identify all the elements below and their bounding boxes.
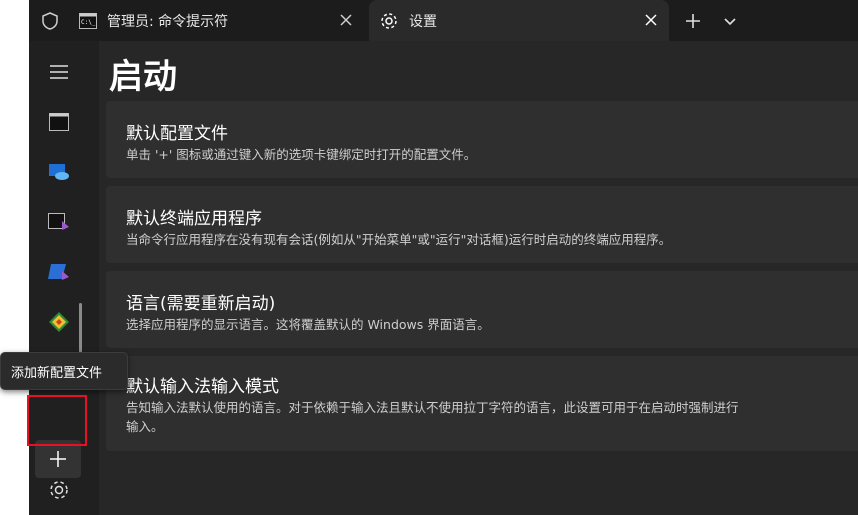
tab-command-prompt[interactable]: C:\_ 管理员: 命令提示符 bbox=[69, 0, 364, 41]
setting-card-input-mode[interactable]: 默认输入法输入模式 告知输入法默认使用的语言。对于依赖于输入法且默认不使用拉丁字… bbox=[106, 356, 858, 451]
setting-description: 当命令行应用程序在没有现有会话(例如从"开始菜单"或"运行"对话框)运行时启动的… bbox=[126, 232, 672, 247]
cmd-icon[interactable] bbox=[43, 106, 75, 138]
developer-powershell-icon[interactable] bbox=[43, 256, 75, 288]
hamburger-icon[interactable] bbox=[43, 56, 75, 88]
chevron-down-icon[interactable] bbox=[721, 12, 739, 30]
page-title: 启动 bbox=[109, 57, 177, 97]
setting-description: 告知输入法默认使用的语言。对于依赖于输入法且默认不使用拉丁字符的语言，此设置可用… bbox=[126, 400, 739, 415]
setting-title: 语言(需要重新启动) bbox=[126, 294, 276, 314]
azure-cloud-icon[interactable] bbox=[43, 156, 75, 188]
gear-icon bbox=[379, 11, 399, 31]
navigation-sidebar bbox=[29, 41, 99, 515]
terminal-window: C:\_ 管理员: 命令提示符 设置 启动 默认配置文件 单击 '+' 图标或通… bbox=[29, 0, 858, 515]
setting-title: 默认输入法输入模式 bbox=[126, 377, 279, 397]
setting-title: 默认终端应用程序 bbox=[126, 209, 262, 229]
tab-label: 管理员: 命令提示符 bbox=[107, 13, 229, 30]
cmd-icon: C:\_ bbox=[79, 12, 97, 29]
plus-icon bbox=[50, 451, 66, 467]
settings-content: 启动 默认配置文件 单击 '+' 图标或通过键入新的选项卡键绑定时打开的配置文件… bbox=[99, 41, 858, 515]
setting-description-continued: 输入。 bbox=[126, 419, 164, 434]
developer-cmd-icon[interactable] bbox=[43, 206, 75, 238]
tab-bar: C:\_ 管理员: 命令提示符 设置 bbox=[29, 0, 858, 41]
plus-icon[interactable] bbox=[682, 10, 704, 32]
setting-description: 选择应用程序的显示语言。这将覆盖默认的 Windows 界面语言。 bbox=[126, 317, 490, 332]
close-icon[interactable] bbox=[643, 12, 659, 28]
add-new-profile-button[interactable] bbox=[35, 440, 81, 478]
setting-title: 默认配置文件 bbox=[126, 124, 228, 144]
git-bash-icon[interactable] bbox=[43, 306, 75, 338]
close-icon[interactable] bbox=[338, 12, 354, 28]
setting-card-language[interactable]: 语言(需要重新启动) 选择应用程序的显示语言。这将覆盖默认的 Windows 界… bbox=[106, 271, 858, 348]
tab-label: 设置 bbox=[409, 13, 437, 30]
shield-icon bbox=[40, 11, 60, 31]
gear-icon[interactable] bbox=[43, 474, 75, 506]
tooltip-add-new-profile: 添加新配置文件 bbox=[0, 352, 128, 390]
setting-card-default-terminal[interactable]: 默认终端应用程序 当命令行应用程序在没有现有会话(例如从"开始菜单"或"运行"对… bbox=[106, 186, 858, 263]
setting-description: 单击 '+' 图标或通过键入新的选项卡键绑定时打开的配置文件。 bbox=[126, 147, 477, 162]
tab-settings[interactable]: 设置 bbox=[369, 0, 669, 41]
setting-card-default-profile[interactable]: 默认配置文件 单击 '+' 图标或通过键入新的选项卡键绑定时打开的配置文件。 bbox=[106, 101, 858, 178]
svg-text:C:\_: C:\_ bbox=[81, 19, 96, 26]
